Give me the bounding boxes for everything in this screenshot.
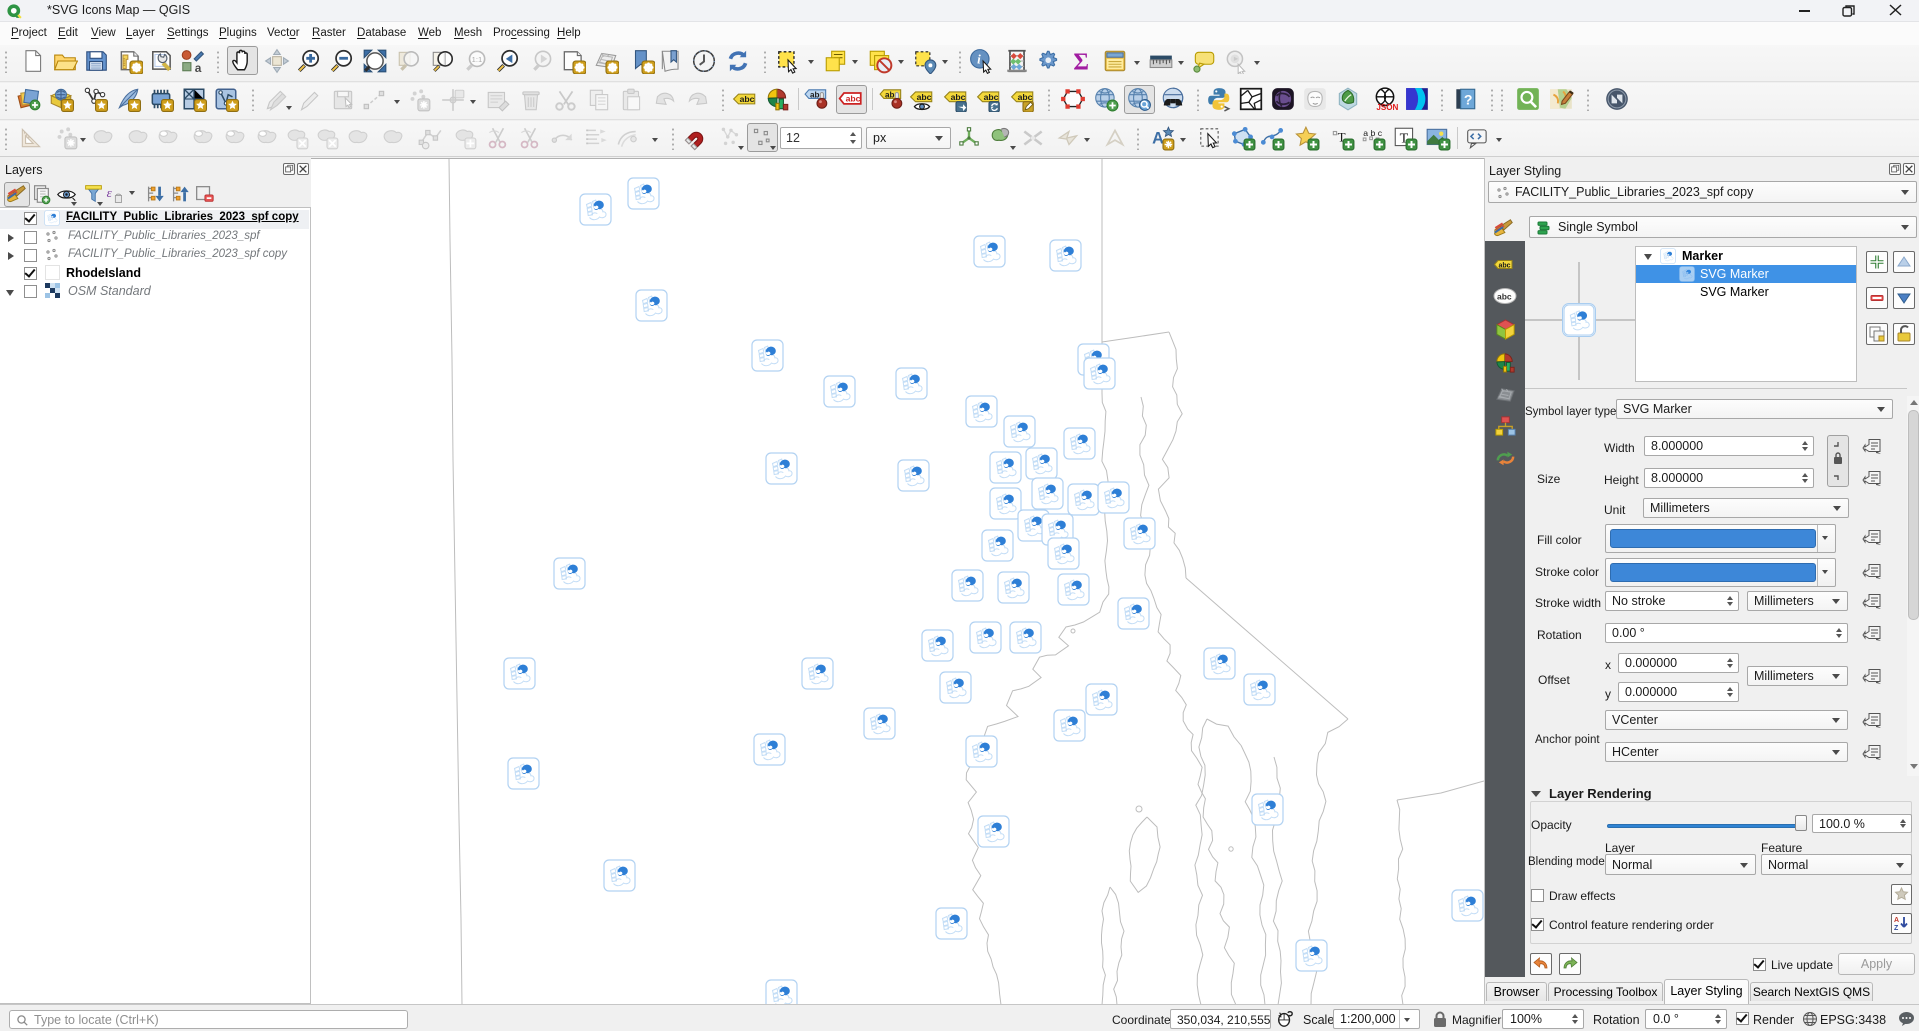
svg-text:abc: abc: [1499, 263, 1511, 270]
svg-text:A: A: [1894, 917, 1899, 924]
svg-text:abc: abc: [1497, 292, 1512, 302]
svg-text:Z: Z: [1894, 925, 1899, 932]
